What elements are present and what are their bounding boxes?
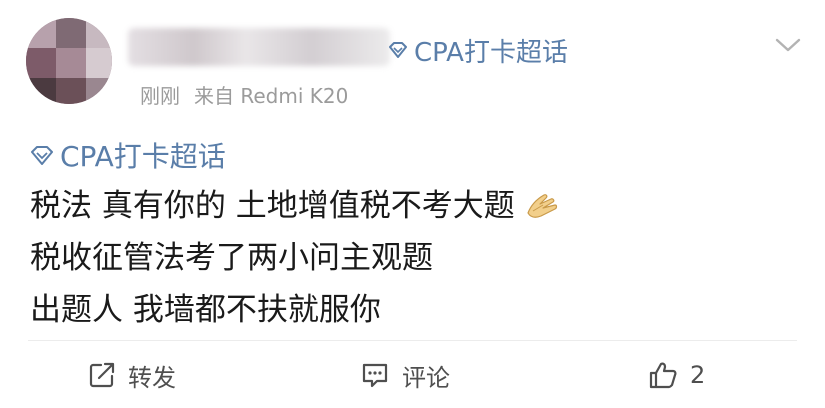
- repost-button[interactable]: 转发: [88, 350, 176, 400]
- like-button[interactable]: 2: [648, 350, 705, 400]
- comment-label: 评论: [402, 363, 450, 392]
- pray-hands-emoji: [527, 194, 557, 218]
- post-line-2-text: 税收征管法考了两小问主观题: [30, 240, 433, 276]
- like-count: 2: [690, 361, 706, 389]
- diamond-icon: [389, 42, 407, 58]
- topic-tag[interactable]: CPA打卡超话: [30, 135, 226, 175]
- diamond-icon: [31, 145, 53, 165]
- topic-link-label: CPA打卡超话: [414, 37, 568, 68]
- repost-label: 转发: [128, 363, 176, 392]
- thumbs-up-icon: [649, 362, 677, 389]
- post-line-3-text: 出题人 我墙都不扶就服你: [30, 292, 381, 328]
- post-line-2: 税收征管法考了两小问主观题: [30, 232, 559, 284]
- post-line-1: 税法 真有你的 土地增值税不考大题: [30, 180, 559, 232]
- topic-tag-label: CPA打卡超话: [60, 140, 226, 173]
- timestamp: 刚刚: [140, 84, 180, 108]
- source-device: 来自 Redmi K20: [194, 84, 349, 108]
- post-line-1-text: 税法 真有你的 土地增值税不考大题: [30, 188, 515, 224]
- action-bar: 转发 评论 2: [0, 350, 825, 400]
- comment-icon: [362, 363, 388, 388]
- username-blurred[interactable]: [128, 28, 390, 66]
- divider: [28, 340, 797, 341]
- chevron-down-icon[interactable]: [774, 36, 802, 56]
- post-text: 税法 真有你的 土地增值税不考大题 税收征管法考了两小问主观题 出题人 我墙都不…: [30, 180, 559, 336]
- post-line-3: 出题人 我墙都不扶就服你: [30, 284, 559, 336]
- avatar[interactable]: [26, 18, 112, 104]
- repost-icon: [89, 362, 115, 388]
- weibo-post-card: CPA打卡超话 刚刚 来自 Redmi K20 CPA打卡超话 税法 真有你的 …: [0, 0, 825, 408]
- topic-link[interactable]: CPA打卡超话: [388, 30, 568, 70]
- comment-button[interactable]: 评论: [360, 350, 450, 400]
- post-meta: 刚刚 来自 Redmi K20: [140, 80, 348, 109]
